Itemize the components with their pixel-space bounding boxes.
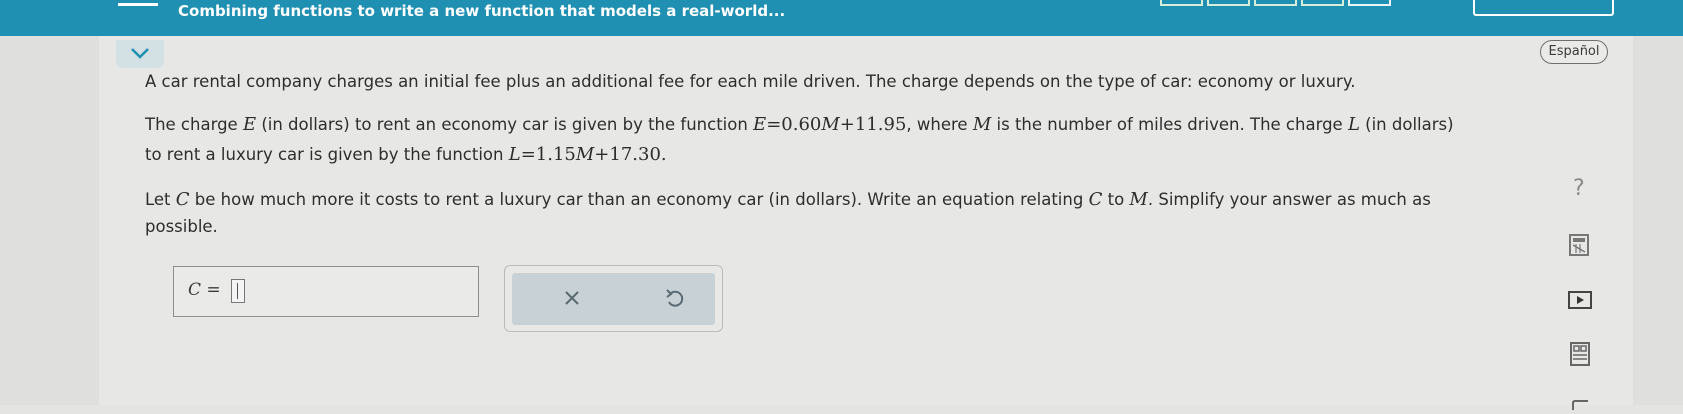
answer-label: C = xyxy=(188,280,221,300)
answer-input[interactable] xyxy=(231,279,245,303)
espanol-button[interactable]: Español xyxy=(1540,40,1608,64)
calculator-svg xyxy=(1569,234,1589,256)
right-panel xyxy=(1633,36,1683,405)
topic-title: Combining functions to write a new funct… xyxy=(178,2,786,20)
play-icon xyxy=(1568,291,1592,309)
progress-segment xyxy=(1160,0,1203,6)
calculator-icon[interactable] xyxy=(1568,233,1590,261)
clear-button[interactable] xyxy=(557,283,587,313)
progress-segment xyxy=(1301,0,1344,6)
answer-box: C = xyxy=(173,266,479,317)
top-bar: Combining functions to write a new funct… xyxy=(0,0,1683,36)
help-icon[interactable]: ? xyxy=(1573,176,1585,201)
top-right-control[interactable] xyxy=(1473,0,1614,16)
problem-paragraph-1: A car rental company charges an initial … xyxy=(145,72,1356,91)
textbook-svg xyxy=(1570,342,1590,366)
action-button-group xyxy=(504,265,723,332)
progress-segment xyxy=(1348,0,1391,6)
textbook-icon[interactable] xyxy=(1569,341,1591,371)
progress-segment xyxy=(1207,0,1250,6)
progress-segment xyxy=(1254,0,1297,6)
undo-button[interactable] xyxy=(660,283,690,313)
collapse-button[interactable] xyxy=(116,40,164,68)
video-icon[interactable] xyxy=(1568,290,1592,314)
close-icon xyxy=(565,291,579,305)
menu-icon[interactable] xyxy=(118,0,158,6)
problem-paragraph-3-cont: possible. xyxy=(145,217,218,236)
problem-paragraph-2-cont: to rent a luxury car is given by the fun… xyxy=(145,144,667,165)
bookmark-svg xyxy=(1572,400,1588,410)
problem-paragraph-2: The charge E (in dollars) to rent an eco… xyxy=(145,114,1454,135)
left-panel xyxy=(0,36,99,405)
action-button-bar xyxy=(512,273,715,325)
chevron-down-icon xyxy=(131,48,149,59)
problem-paragraph-3: Let C be how much more it costs to rent … xyxy=(145,189,1431,210)
undo-icon xyxy=(666,289,684,307)
